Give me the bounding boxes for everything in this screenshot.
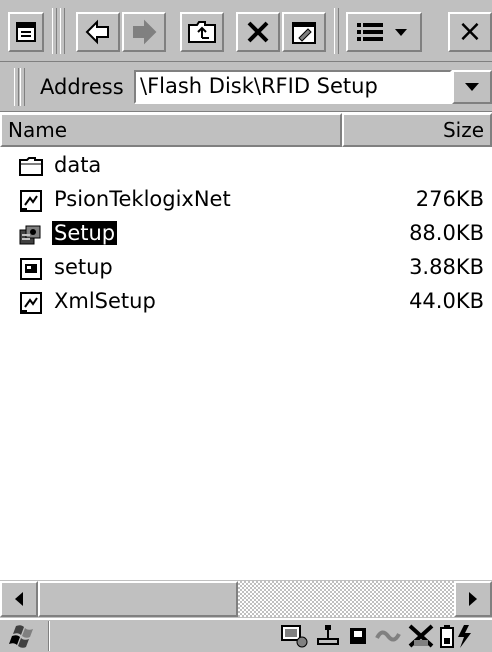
toolbar-grip[interactable] [60,8,65,54]
network-icon[interactable] [314,624,342,648]
arrow-left-icon [15,592,23,606]
view-mode-icon [357,23,407,41]
start-button[interactable] [2,621,44,651]
scroll-track[interactable] [238,581,454,617]
properties-icon [292,22,316,44]
address-grip[interactable] [14,68,19,106]
file-size: 276KB [415,187,484,211]
file-name: setup [54,255,113,279]
script-file-icon [20,258,42,280]
scroll-left-button[interactable] [0,581,38,617]
horizontal-scrollbar[interactable] [0,580,492,618]
file-size: 44.0KB [409,289,484,313]
list-item[interactable]: XmlSetup 44.0KB [0,286,492,320]
toolbar-grip[interactable] [334,8,339,54]
menu-button[interactable] [8,12,44,52]
document-file-icon [20,190,42,212]
file-name: PsionTeklogixNet [54,187,231,211]
list-item[interactable]: PsionTeklogixNet 276KB [0,184,492,218]
column-header: Name Size [0,113,492,147]
scroll-right-button[interactable] [454,581,492,617]
file-name: XmlSetup [54,289,156,313]
column-header-name[interactable]: Name [0,113,342,147]
scroll-thumb[interactable] [38,581,238,617]
arrow-right-icon [469,592,477,606]
toolbar: × [0,0,492,62]
menu-icon [16,22,36,42]
file-name-selected: Setup [50,220,119,246]
file-name: data [54,153,102,177]
column-header-size[interactable]: Size [342,113,492,147]
toolbar-grip[interactable] [52,8,57,54]
list-item[interactable]: Setup 88.0KB [0,218,492,252]
document-file-icon [20,292,42,314]
close-icon: × [457,14,483,49]
forward-arrow-icon [133,19,157,45]
list-item[interactable]: data [0,150,492,184]
address-bar: Address \Flash Disk\RFID Setup [0,62,492,112]
delete-x-icon [247,21,269,43]
file-size: 88.0KB [409,221,484,245]
setup-application-icon [19,225,41,245]
chevron-down-icon [465,83,479,91]
list-item[interactable]: setup 3.88KB [0,252,492,286]
properties-button[interactable] [282,12,326,52]
taskbar-divider [48,621,50,651]
battery-charging-icon[interactable] [438,622,478,650]
address-dropdown-button[interactable] [452,70,492,104]
back-button[interactable] [76,12,120,52]
taskbar [0,618,492,652]
device-status-icon[interactable] [280,624,310,648]
file-size: 3.88KB [409,255,484,279]
connection-icon[interactable] [374,624,402,648]
folder-icon [19,157,43,176]
memory-card-icon[interactable] [346,624,370,648]
windows-flag-icon [9,625,33,648]
address-label: Address [40,75,124,99]
address-input[interactable]: \Flash Disk\RFID Setup [134,70,452,104]
file-list: data PsionTeklogixNet 276KB Setup 88.0KB… [0,147,492,580]
up-folder-icon [188,21,216,43]
forward-button[interactable] [122,12,166,52]
address-grip[interactable] [20,68,25,106]
back-arrow-icon [85,19,109,45]
view-mode-button[interactable] [346,12,422,52]
up-folder-button[interactable] [180,12,224,52]
close-button[interactable]: × [448,12,492,52]
no-signal-icon[interactable] [406,622,436,650]
delete-button[interactable] [236,12,280,52]
